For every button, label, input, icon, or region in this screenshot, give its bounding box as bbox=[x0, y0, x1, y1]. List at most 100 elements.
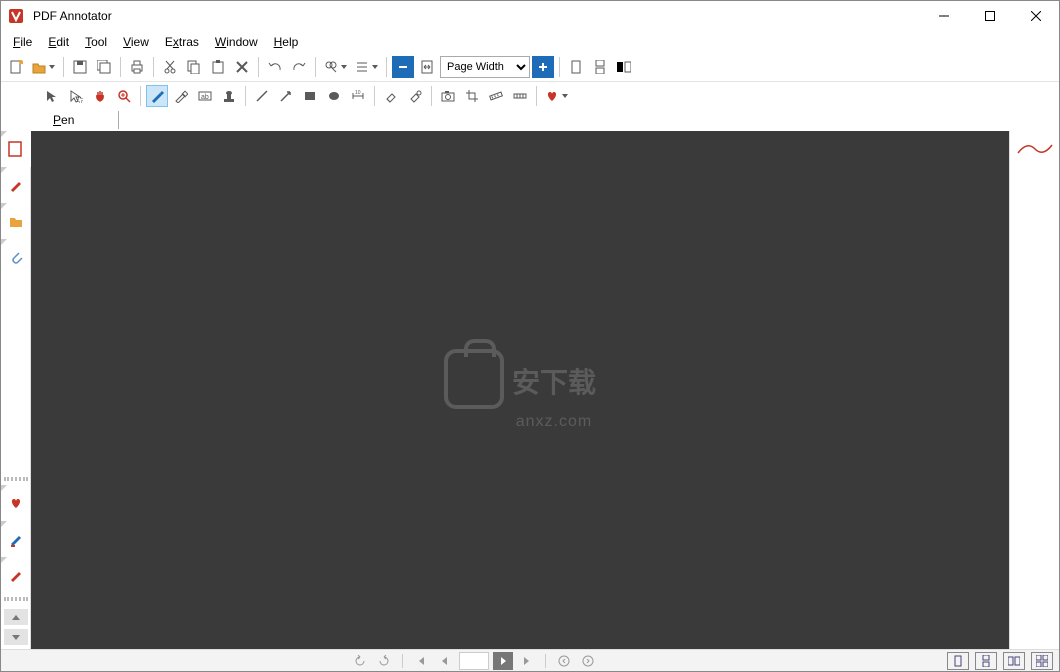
eraser-tool[interactable] bbox=[380, 85, 402, 107]
last-page-button[interactable] bbox=[517, 652, 537, 670]
options-button[interactable] bbox=[352, 56, 381, 78]
sidebar-tab-bookmarks[interactable] bbox=[1, 203, 31, 239]
paste-button[interactable] bbox=[207, 56, 229, 78]
rail-scroll-down[interactable] bbox=[4, 629, 28, 645]
separator bbox=[63, 57, 64, 77]
menu-file[interactable]: File bbox=[5, 33, 40, 51]
maximize-button[interactable] bbox=[967, 1, 1013, 31]
rotate-right-button[interactable] bbox=[374, 652, 394, 670]
separator bbox=[545, 654, 546, 668]
line-tool[interactable] bbox=[251, 85, 273, 107]
single-page-button[interactable] bbox=[565, 56, 587, 78]
separator bbox=[536, 86, 537, 106]
arrow-tool[interactable] bbox=[275, 85, 297, 107]
menu-edit[interactable]: Edit bbox=[40, 33, 77, 51]
print-button[interactable] bbox=[126, 56, 148, 78]
nav-forward-button[interactable] bbox=[578, 652, 598, 670]
pen-stroke-preview bbox=[1013, 135, 1057, 163]
pen-tool[interactable] bbox=[146, 85, 168, 107]
textbox-tool[interactable]: ab bbox=[194, 85, 216, 107]
redo-button[interactable] bbox=[288, 56, 310, 78]
ellipse-tool[interactable] bbox=[323, 85, 345, 107]
prev-page-button[interactable] bbox=[435, 652, 455, 670]
pen-icon bbox=[9, 177, 23, 193]
separator bbox=[245, 86, 246, 106]
save-button[interactable] bbox=[69, 56, 91, 78]
cut-button[interactable] bbox=[159, 56, 181, 78]
stamp-tool[interactable] bbox=[218, 85, 240, 107]
zoom-select[interactable]: Page Width bbox=[440, 56, 530, 78]
rectangle-tool[interactable] bbox=[299, 85, 321, 107]
dimension-tool[interactable]: 10 bbox=[347, 85, 369, 107]
continuous-page-button[interactable] bbox=[589, 56, 611, 78]
separator bbox=[153, 57, 154, 77]
magnify-tool[interactable] bbox=[113, 85, 135, 107]
save-all-button[interactable] bbox=[93, 56, 115, 78]
zoom-in-button[interactable] bbox=[532, 56, 554, 78]
menu-help[interactable]: Help bbox=[266, 33, 307, 51]
heart-icon bbox=[9, 496, 23, 510]
measure-tool[interactable] bbox=[509, 85, 531, 107]
sidebar-tab-pages[interactable] bbox=[1, 131, 31, 167]
rail-divider[interactable] bbox=[4, 477, 28, 481]
rotate-left-button[interactable] bbox=[350, 652, 370, 670]
rail-divider[interactable] bbox=[4, 597, 28, 601]
menu-extras[interactable]: Extras bbox=[157, 33, 207, 51]
pen-blue-icon bbox=[9, 531, 23, 547]
next-page-button[interactable] bbox=[493, 652, 513, 670]
layout-continuous-button[interactable] bbox=[975, 652, 997, 670]
tool-label-row: Pen bbox=[1, 109, 1059, 131]
undo-button[interactable] bbox=[264, 56, 286, 78]
nav-back-button[interactable] bbox=[554, 652, 574, 670]
close-button[interactable] bbox=[1013, 1, 1059, 31]
select-tool[interactable] bbox=[65, 85, 87, 107]
main-area: 安下载 anxz.com bbox=[1, 131, 1059, 649]
sidebar-tab-pen-history[interactable] bbox=[1, 521, 31, 557]
menu-window[interactable]: Window bbox=[207, 33, 266, 51]
favorite-button[interactable] bbox=[542, 85, 571, 107]
separator bbox=[120, 57, 121, 77]
menu-tool[interactable]: Tool bbox=[77, 33, 115, 51]
pan-tool[interactable] bbox=[89, 85, 111, 107]
pointer-tool[interactable] bbox=[41, 85, 63, 107]
menu-bar: File Edit Tool View Extras Window Help bbox=[1, 31, 1059, 53]
layout-two-page-button[interactable] bbox=[1003, 652, 1025, 670]
menu-view[interactable]: View bbox=[115, 33, 157, 51]
layout-single-button[interactable] bbox=[947, 652, 969, 670]
separator bbox=[258, 57, 259, 77]
copy-button[interactable] bbox=[183, 56, 205, 78]
first-page-button[interactable] bbox=[411, 652, 431, 670]
sidebar-tab-marker-history[interactable] bbox=[1, 557, 31, 593]
main-toolbar: Page Width bbox=[1, 53, 1059, 81]
find-button[interactable] bbox=[321, 56, 350, 78]
ruler-tool[interactable] bbox=[485, 85, 507, 107]
zoom-out-button[interactable] bbox=[392, 56, 414, 78]
page-icon bbox=[8, 141, 22, 157]
delete-button[interactable] bbox=[231, 56, 253, 78]
fit-page-button[interactable] bbox=[416, 56, 438, 78]
layout-two-continuous-button[interactable] bbox=[1031, 652, 1053, 670]
two-page-button[interactable] bbox=[613, 56, 635, 78]
marker-tool[interactable] bbox=[170, 85, 192, 107]
minimize-button[interactable] bbox=[921, 1, 967, 31]
erase-area-tool[interactable] bbox=[404, 85, 426, 107]
current-tool-label: Pen bbox=[45, 113, 82, 127]
rail-scroll-up[interactable] bbox=[4, 609, 28, 625]
app-icon bbox=[7, 7, 25, 25]
svg-text:10: 10 bbox=[355, 90, 361, 96]
sidebar-tab-annotations[interactable] bbox=[1, 167, 31, 203]
crop-tool[interactable] bbox=[461, 85, 483, 107]
open-button[interactable] bbox=[29, 56, 58, 78]
sidebar-tab-favorites[interactable] bbox=[1, 485, 31, 521]
page-indicator[interactable] bbox=[459, 652, 489, 670]
tool-preview-panel bbox=[1009, 131, 1059, 649]
new-document-button[interactable] bbox=[5, 56, 27, 78]
separator bbox=[374, 86, 375, 106]
camera-tool[interactable] bbox=[437, 85, 459, 107]
title-bar: PDF Annotator bbox=[1, 1, 1059, 31]
svg-text:ab: ab bbox=[201, 94, 209, 101]
folder-icon bbox=[9, 214, 23, 228]
document-canvas[interactable]: 安下载 anxz.com bbox=[31, 131, 1009, 649]
separator bbox=[315, 57, 316, 77]
sidebar-tab-attachments[interactable] bbox=[1, 239, 31, 275]
